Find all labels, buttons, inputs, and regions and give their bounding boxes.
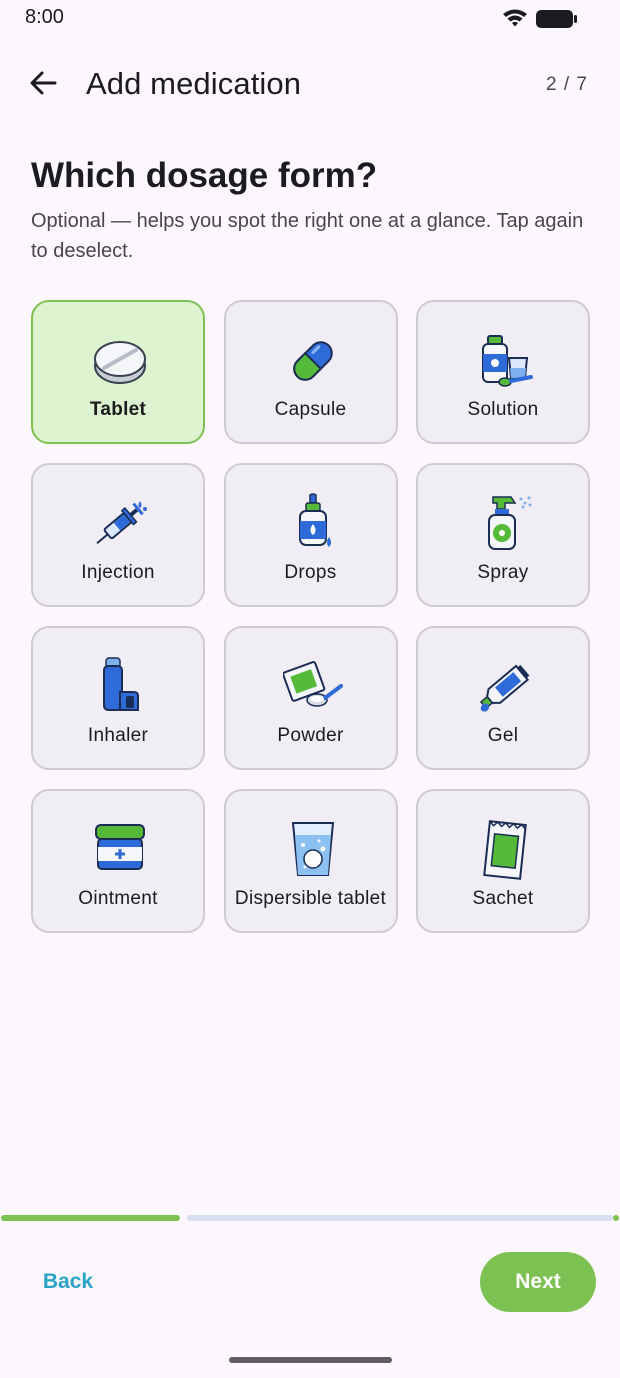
form-label: Tablet [89, 399, 147, 420]
form-tile-ointment[interactable]: Ointment [31, 789, 205, 933]
gel-tube-icon [479, 664, 530, 712]
form-label: Ointment [78, 888, 158, 909]
form-label: Sachet [472, 888, 534, 909]
form-label: Spray [477, 562, 529, 583]
next-button[interactable]: Next [480, 1252, 596, 1312]
inhaler-icon [103, 657, 139, 711]
home-indicator[interactable] [229, 1357, 392, 1363]
form-tile-drops[interactable]: Drops [223, 463, 398, 607]
form-tile-spray[interactable]: Spray [416, 463, 590, 607]
form-label: Injection [81, 562, 155, 583]
solution-icon [482, 335, 533, 387]
step-indicator: 2 / 7 [546, 74, 588, 95]
form-tile-powder[interactable]: Powder [223, 626, 398, 770]
top-app-bar: Add medication 2 / 7 [0, 56, 620, 112]
progress-end-dot [613, 1215, 619, 1221]
form-tile-gel[interactable]: Gel [416, 626, 590, 770]
tablet-icon [94, 341, 146, 384]
form-tile-dispersible-tablet[interactable]: Dispersible tablet [223, 789, 398, 933]
form-tile-injection[interactable]: Injection [31, 463, 205, 607]
page-title: Add medication [86, 66, 302, 101]
ointment-jar-icon [95, 824, 145, 870]
status-bar: 8:00 [0, 0, 620, 36]
form-tile-sachet[interactable]: Sachet [416, 789, 590, 933]
form-tile-tablet[interactable]: Tablet [31, 300, 205, 444]
form-label: Powder [277, 725, 344, 746]
powder-icon [282, 661, 343, 707]
wizard-progress-bar [0, 1214, 620, 1222]
dispersible-glass-icon [291, 822, 334, 876]
form-label: Inhaler [87, 725, 149, 746]
dropper-bottle-icon [298, 493, 331, 547]
form-tile-inhaler[interactable]: Inhaler [31, 626, 205, 770]
battery-icon [536, 10, 577, 28]
helper-text: Optional — helps you spot the right one … [31, 210, 584, 262]
form-tile-solution[interactable]: Solution [416, 300, 590, 444]
form-label: Capsule [274, 399, 347, 420]
progress-track [187, 1215, 613, 1221]
form-label: Gel [487, 725, 519, 746]
question-heading: Which dosage form? [31, 156, 378, 195]
spray-bottle-icon [488, 496, 532, 550]
dosage-form-grid: Tablet Capsule Solution Injection Drops … [31, 300, 590, 933]
status-time: 8:00 [25, 6, 64, 28]
wifi-icon [503, 9, 527, 27]
back-button[interactable]: Back [24, 1252, 112, 1312]
back-arrow-icon[interactable] [28, 68, 58, 98]
form-label: Dispersible tablet [234, 888, 387, 909]
capsule-icon [292, 341, 333, 381]
form-label: Solution [467, 399, 539, 420]
form-tile-capsule[interactable]: Capsule [223, 300, 398, 444]
syringe-icon [96, 501, 147, 545]
progress-fill [1, 1215, 180, 1221]
form-label: Drops [284, 562, 337, 583]
sachet-icon [483, 820, 527, 880]
